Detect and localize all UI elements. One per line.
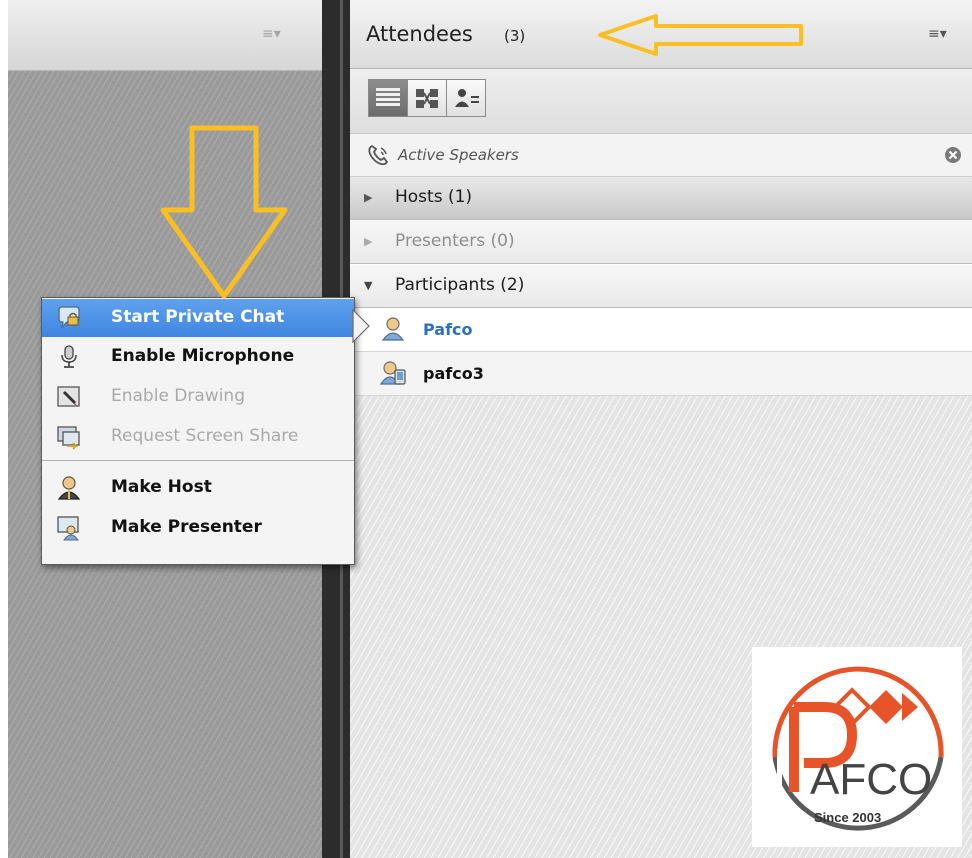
pod-menu-icon[interactable]: ≡▾ [262, 26, 281, 42]
attendees-count: (3) [504, 27, 526, 45]
private-chat-icon [58, 306, 80, 329]
breakout-view-icon[interactable] [407, 79, 447, 117]
pod-menu-icon[interactable]: ≡▾ [928, 26, 947, 42]
attendees-title: Attendees [366, 22, 473, 46]
microphone-icon [61, 345, 77, 368]
expand-arrow-icon[interactable]: ▶ [364, 191, 372, 204]
presenter-icon [57, 516, 79, 541]
logo-text: AFCO [810, 755, 932, 804]
hosts-group-label: Hosts (1) [395, 187, 473, 207]
pafco-logo: AFCO Since 2003 [752, 647, 962, 847]
participant-row[interactable]: Pafco [350, 308, 972, 352]
host-icon [57, 476, 81, 500]
screen-share-icon [57, 426, 80, 450]
participants-group[interactable]: ▼ Participants (2) [350, 265, 972, 308]
phone-icon [368, 144, 389, 166]
presenters-group[interactable]: ▶ Presenters (0) [350, 221, 972, 264]
collapse-arrow-icon[interactable]: ▼ [364, 279, 372, 292]
menu-separator [42, 460, 354, 461]
participant-icon [380, 361, 406, 385]
submenu-pointer [352, 309, 370, 343]
make-host-item[interactable]: Make Host [42, 469, 354, 507]
participant-context-menu: Start Private Chat Enable Microphone Ena… [41, 297, 355, 565]
menu-item-label: Enable Microphone [111, 346, 295, 366]
active-speakers-label: Active Speakers [398, 146, 519, 164]
participants-group-label: Participants (2) [395, 275, 525, 295]
drawing-icon [57, 386, 80, 407]
participant-row[interactable]: pafco3 [350, 352, 972, 396]
menu-item-label: Start Private Chat [111, 307, 285, 327]
participant-name: Pafco [423, 320, 473, 339]
start-private-chat-item[interactable]: Start Private Chat [42, 299, 354, 337]
view-toolbar [350, 69, 972, 134]
menu-item-label: Make Presenter [111, 517, 262, 537]
status-view-icon[interactable] [446, 79, 486, 117]
make-presenter-item[interactable]: Make Presenter [42, 509, 354, 547]
menu-item-label: Enable Drawing [111, 386, 245, 406]
annotation-arrow-left [598, 14, 803, 56]
logo-tagline: Since 2003 [814, 810, 881, 825]
menu-item-label: Request Screen Share [111, 426, 299, 446]
list-view-icon[interactable] [368, 79, 408, 117]
close-icon[interactable] [944, 146, 962, 164]
request-screen-share-item[interactable]: Request Screen Share [42, 418, 354, 456]
enable-microphone-item[interactable]: Enable Microphone [42, 338, 354, 376]
expand-arrow-icon[interactable]: ▶ [364, 235, 372, 248]
enable-drawing-item[interactable]: Enable Drawing [42, 378, 354, 416]
active-speakers-bar: Active Speakers [350, 134, 972, 177]
left-pod-header: ≡▾ [8, 0, 322, 71]
hosts-group[interactable]: ▶ Hosts (1) [350, 177, 972, 220]
menu-item-label: Make Host [111, 477, 212, 497]
participant-icon [381, 317, 405, 341]
annotation-arrow-down [160, 125, 288, 299]
presenters-group-label: Presenters (0) [395, 231, 515, 251]
participant-name: pafco3 [423, 364, 484, 383]
